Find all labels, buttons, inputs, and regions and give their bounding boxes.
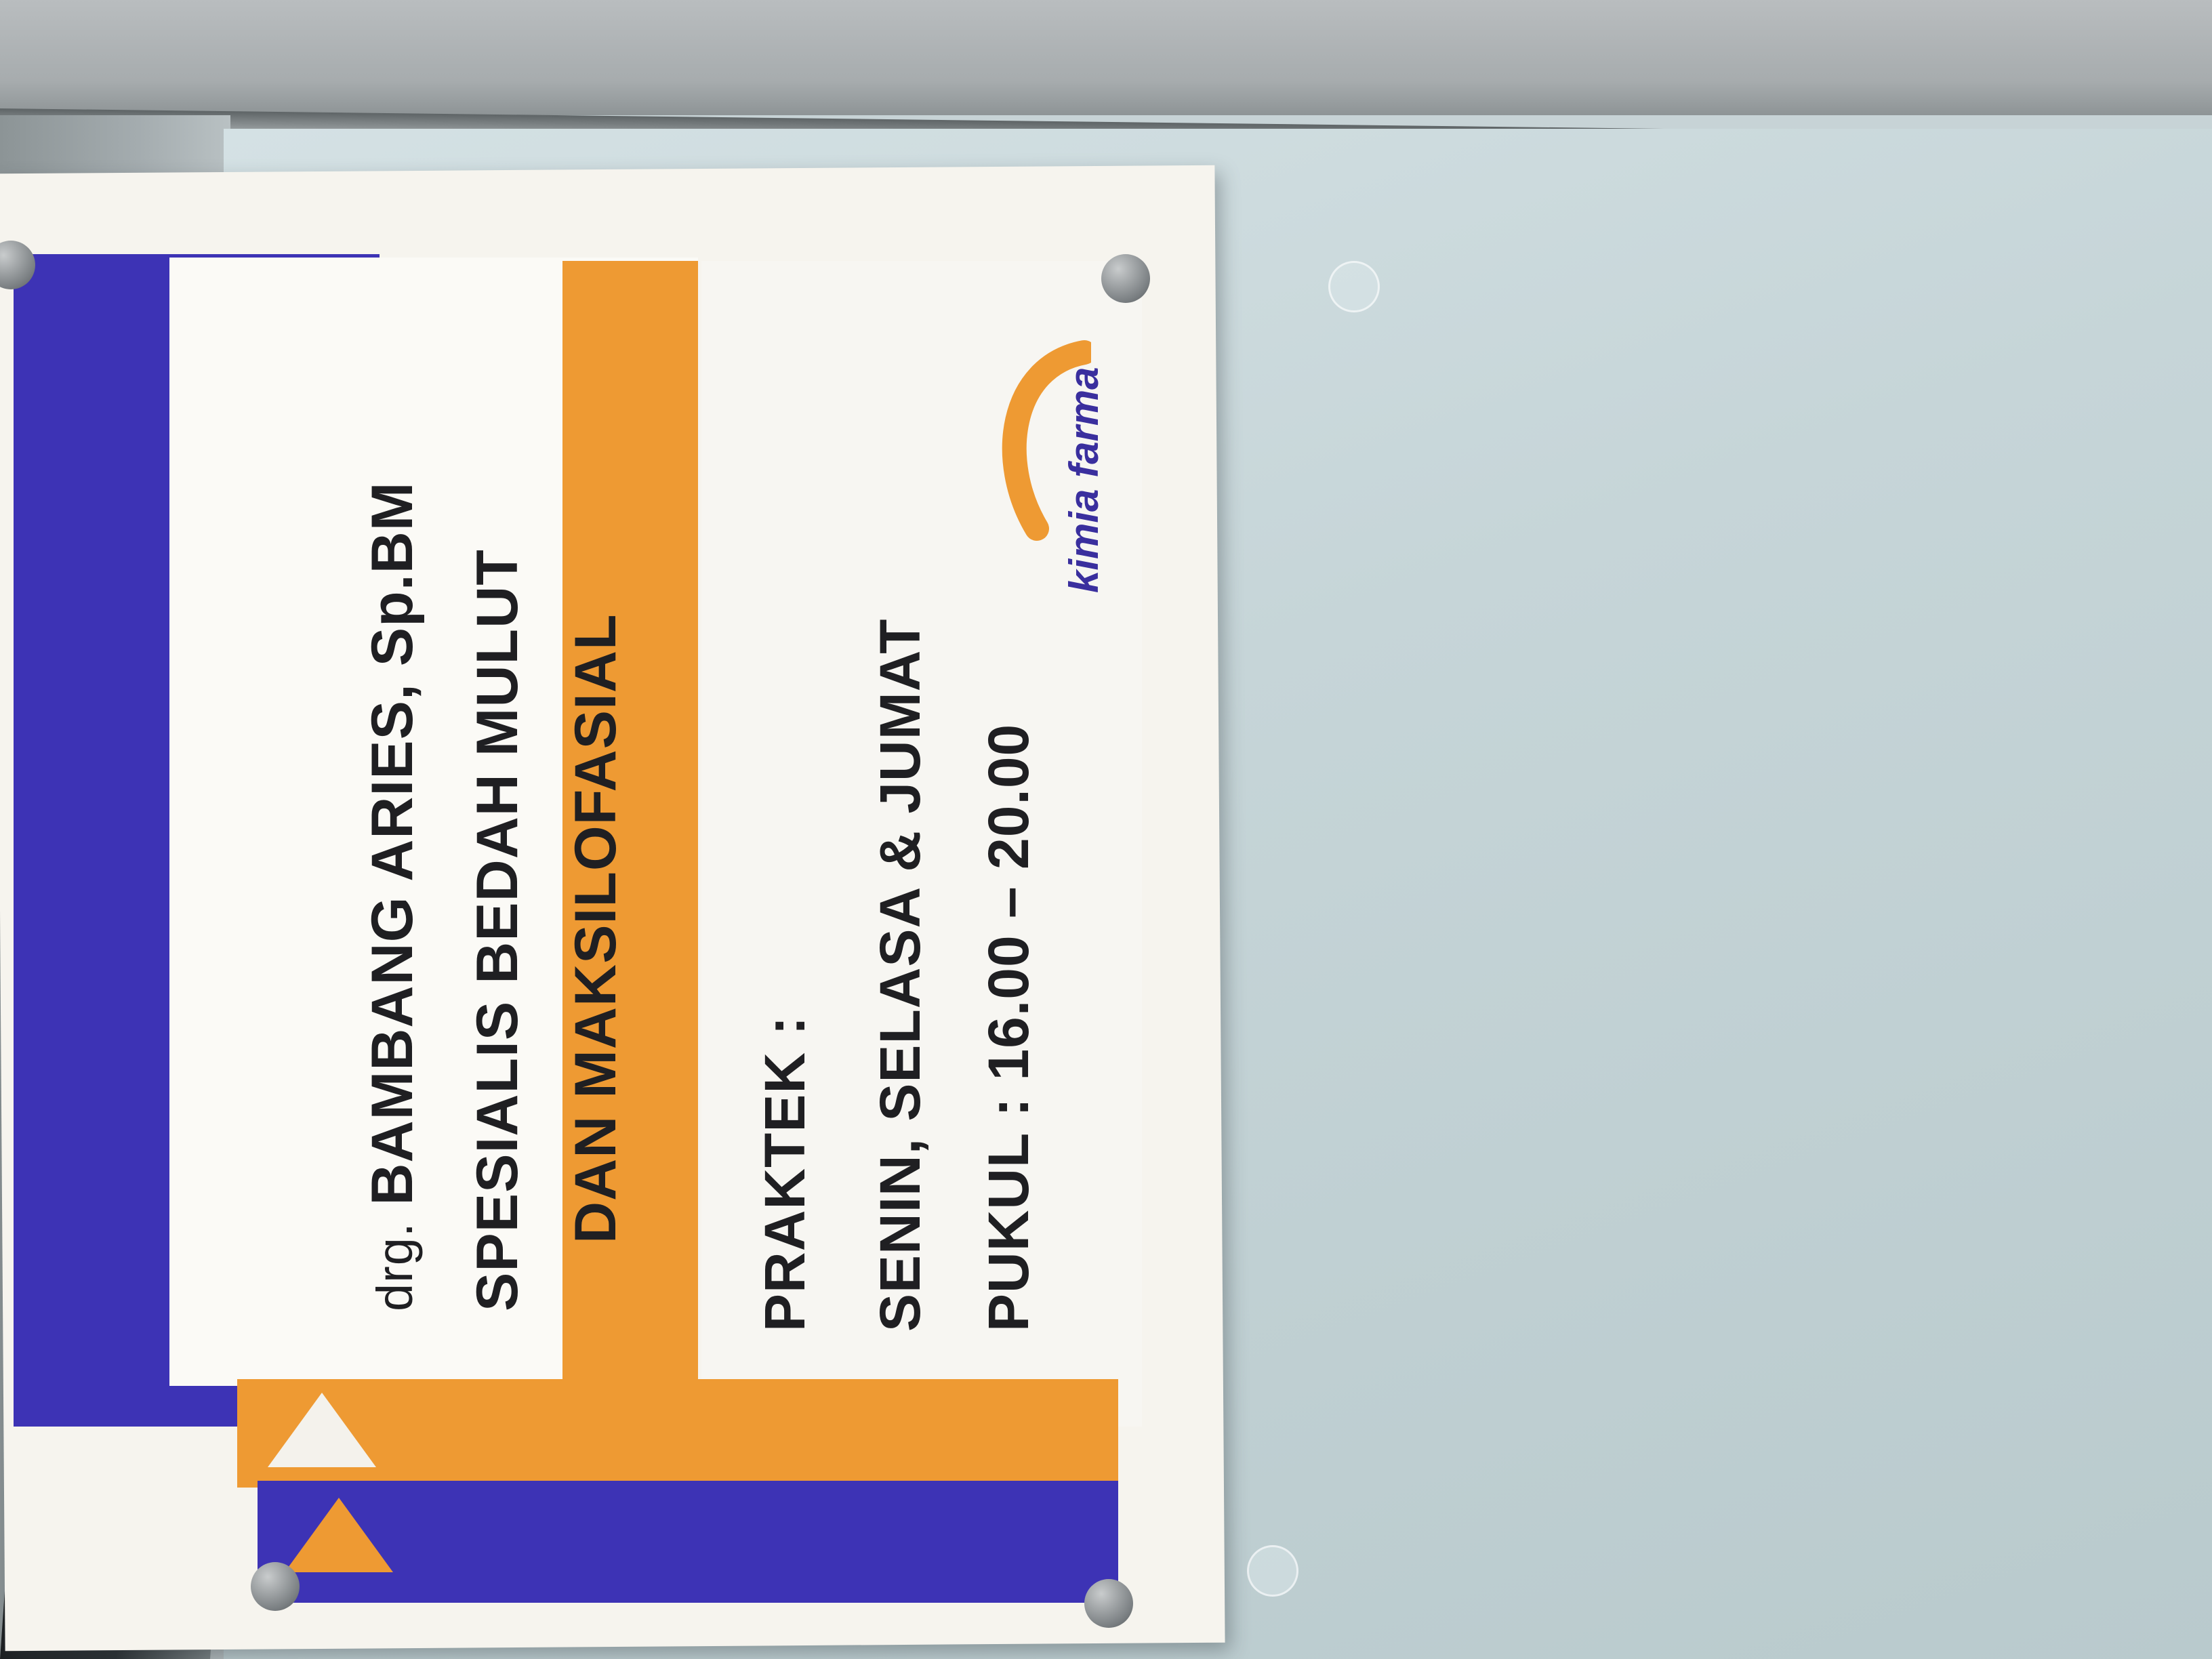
sign-text-layer: drg. BAMBANG ARIES, Sp.BM SPESIALIS BEDA… xyxy=(0,0,2212,1659)
practice-hours: PUKUL : 16.00 – 20.00 xyxy=(977,723,1040,1332)
practice-label: PRAKTEK : xyxy=(753,1015,817,1332)
specialty-line-1: SPESIALIS BEDAH MULUT xyxy=(465,549,530,1311)
logo-wordmark: kimia farma xyxy=(1061,367,1107,593)
doctor-title-prefix: drg. xyxy=(367,1222,423,1311)
doctor-name: drg. BAMBANG ARIES, Sp.BM xyxy=(359,482,426,1311)
specialty-line-2: DAN MAKSILOFASIAL xyxy=(563,613,628,1244)
practice-days: SENIN, SELASA & JUMAT xyxy=(868,618,932,1332)
doctor-name-text: BAMBANG ARIES, Sp.BM xyxy=(360,481,425,1206)
